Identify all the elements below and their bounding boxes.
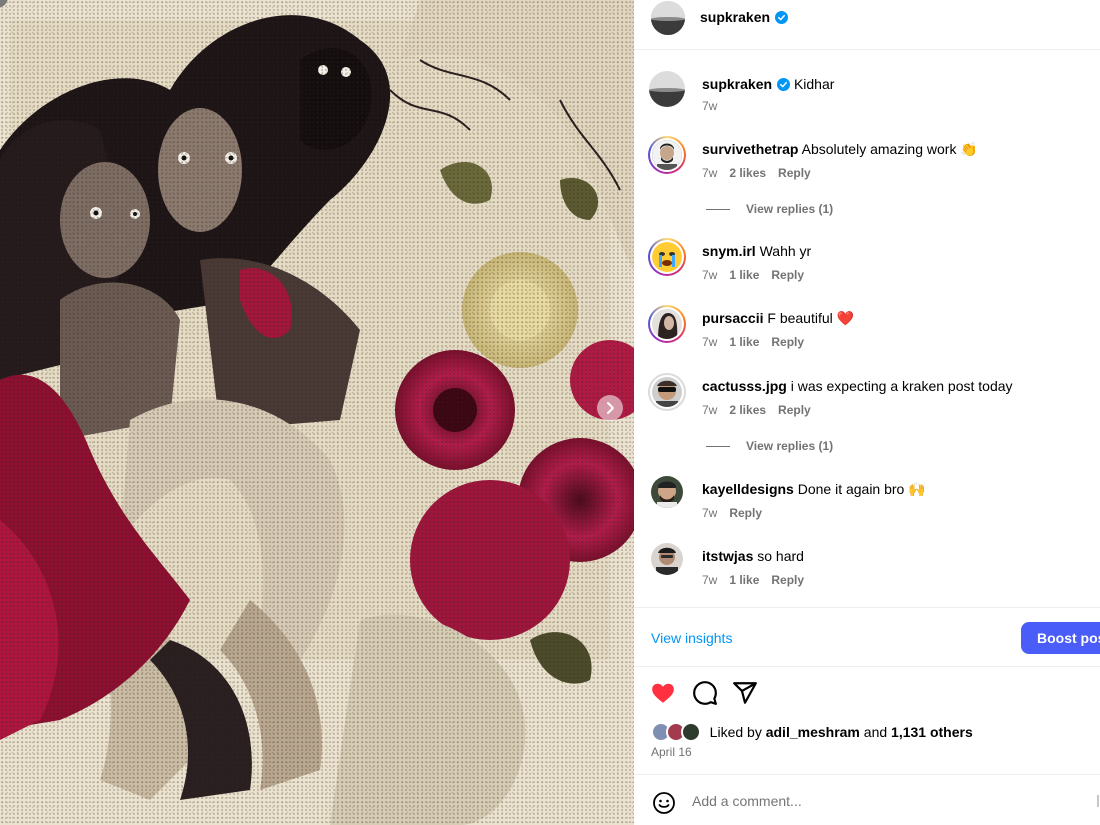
- caption-avatar[interactable]: [649, 71, 685, 107]
- next-slide-button[interactable]: [597, 395, 623, 421]
- caption-text: Kidhar: [793, 76, 835, 92]
- comment-avatar[interactable]: [648, 373, 686, 411]
- liker-avatar[interactable]: [680, 722, 701, 742]
- comment-time: 7w: [702, 335, 718, 349]
- author-avatar[interactable]: [651, 1, 685, 35]
- liked-by-user[interactable]: adil_meshram: [766, 724, 860, 740]
- comment-username[interactable]: pursaccii: [702, 310, 763, 326]
- comment-composer: [634, 774, 1100, 825]
- verified-badge-icon: [775, 11, 789, 24]
- comment-text: F beautiful ❤️: [767, 310, 855, 326]
- comment-avatar[interactable]: [648, 238, 686, 276]
- view-replies-button[interactable]: View replies (1): [706, 202, 833, 216]
- comment-time: 7w: [702, 268, 718, 282]
- comment-likes[interactable]: 1 like: [729, 268, 759, 282]
- post-date[interactable]: April 16: [651, 745, 692, 759]
- verified-badge-icon: [777, 78, 791, 91]
- comment-likes[interactable]: 1 like: [729, 335, 759, 349]
- comment-avatar[interactable]: [651, 543, 683, 575]
- comment-username[interactable]: snym.irl: [702, 243, 756, 259]
- divider: [706, 446, 730, 448]
- comment-time: 7w: [702, 506, 718, 520]
- comment-icon[interactable]: [692, 680, 718, 706]
- post-actions: [634, 680, 1100, 708]
- comment-username[interactable]: kayelldesigns: [702, 481, 794, 497]
- comment-likes[interactable]: 1 like: [729, 573, 759, 587]
- comment-username[interactable]: survivethetrap: [702, 141, 798, 157]
- artwork-illustration: [0, 0, 634, 825]
- reply-button[interactable]: Reply: [771, 335, 804, 349]
- divider: [706, 209, 730, 211]
- comment-username[interactable]: itstwjas: [702, 548, 753, 564]
- comment-likes[interactable]: 2 likes: [729, 403, 766, 417]
- comment-avatar[interactable]: [648, 136, 686, 174]
- comment-text: Done it again bro 🙌: [797, 481, 926, 497]
- view-insights-link[interactable]: View insights: [651, 630, 732, 646]
- comment-input[interactable]: [692, 793, 1072, 809]
- liked-by-others[interactable]: 1,131 others: [891, 724, 973, 740]
- view-replies-button[interactable]: View replies (1): [706, 439, 833, 453]
- post-image: [0, 0, 634, 825]
- share-icon[interactable]: [732, 680, 758, 706]
- comment-time: 7w: [702, 573, 718, 587]
- comment-username[interactable]: cactusss.jpg: [702, 378, 787, 394]
- comment-text: i was expecting a kraken post today: [790, 378, 1013, 394]
- comment-text: Wahh yr: [759, 243, 812, 259]
- comment-text: so hard: [757, 548, 804, 564]
- liked-by-prefix: Liked by: [709, 724, 762, 740]
- reply-button[interactable]: Reply: [771, 268, 804, 282]
- caption-time: 7w: [702, 99, 718, 113]
- comment-text: Absolutely amazing work 👏: [801, 141, 978, 157]
- reply-button[interactable]: Reply: [778, 166, 811, 180]
- insights-bar: View insights Boost post: [634, 607, 1100, 667]
- chevron-right-icon: [607, 402, 614, 414]
- comment-likes[interactable]: 2 likes: [729, 166, 766, 180]
- post-button-edge: [1097, 795, 1099, 807]
- post-header: supkraken: [634, 0, 1100, 50]
- reply-button[interactable]: Reply: [771, 573, 804, 587]
- liked-by-and: and: [863, 724, 888, 740]
- emoji-icon[interactable]: [652, 791, 676, 815]
- comment-time: 7w: [702, 403, 718, 417]
- author-username[interactable]: supkraken: [700, 9, 789, 25]
- comment-time: 7w: [702, 166, 718, 180]
- boost-post-button[interactable]: Boost post: [1021, 622, 1100, 654]
- liked-by: Liked by adil_meshram and 1,131 others: [651, 722, 973, 742]
- heart-icon[interactable]: [650, 680, 676, 706]
- caption-username[interactable]: supkraken: [702, 76, 772, 92]
- comment-avatar[interactable]: [651, 476, 683, 508]
- reply-button[interactable]: Reply: [778, 403, 811, 417]
- comment-avatar[interactable]: [648, 305, 686, 343]
- post-side-panel: supkraken supkraken Kidhar 7w survivethe…: [634, 0, 1100, 825]
- reply-button[interactable]: Reply: [729, 506, 762, 520]
